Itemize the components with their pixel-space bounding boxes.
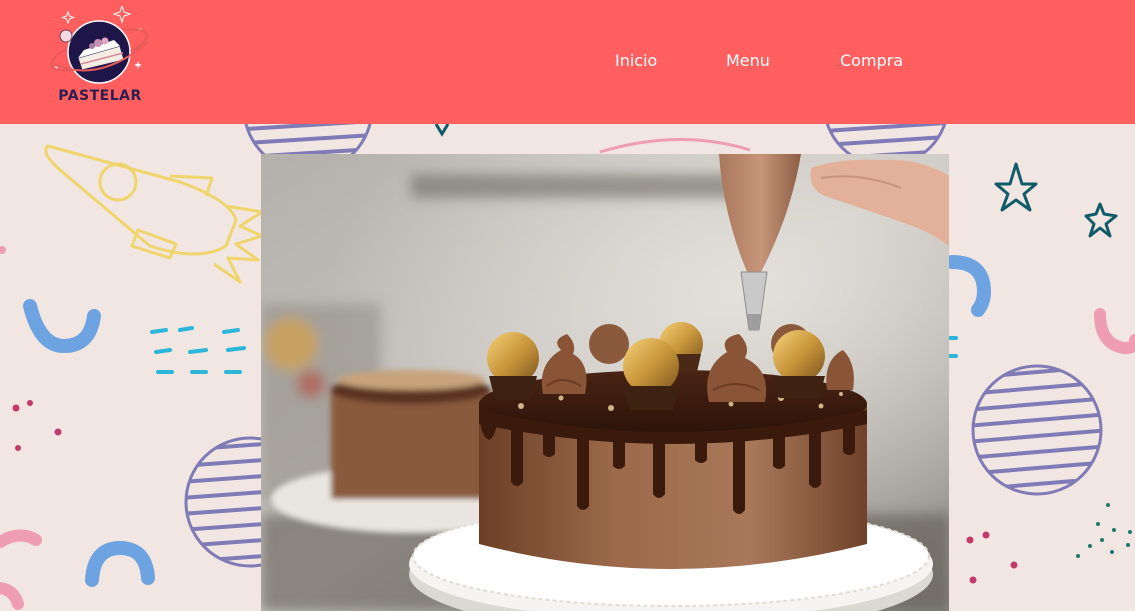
chocolate-cake-photo-icon bbox=[261, 154, 949, 611]
blue-arch-icon bbox=[945, 255, 992, 317]
pink-swoosh-icon bbox=[599, 137, 751, 154]
site-header: PASTELAR Inicio Menu Compra bbox=[0, 0, 1135, 124]
pink-arch-icon bbox=[0, 582, 24, 610]
brand-name: PASTELAR bbox=[58, 88, 142, 104]
blue-arch-icon bbox=[23, 299, 101, 354]
star-icon bbox=[434, 124, 450, 137]
cake-planet-logo-icon bbox=[50, 6, 149, 84]
hero-image bbox=[261, 154, 949, 611]
star-icon bbox=[994, 162, 1038, 212]
blue-arch-icon bbox=[85, 540, 155, 587]
planet-right-icon bbox=[971, 364, 1103, 496]
site-logo[interactable]: PASTELAR bbox=[44, 6, 156, 116]
pink-arch-icon bbox=[0, 529, 42, 548]
nav-menu[interactable]: Menu bbox=[726, 51, 770, 70]
nav-compra[interactable]: Compra bbox=[840, 51, 903, 70]
pink-arch-icon bbox=[1094, 308, 1135, 355]
teal-dots-icon bbox=[1076, 503, 1132, 558]
star-icon bbox=[1084, 202, 1118, 238]
rocket-icon bbox=[44, 144, 264, 284]
nav-inicio[interactable]: Inicio bbox=[615, 51, 657, 70]
